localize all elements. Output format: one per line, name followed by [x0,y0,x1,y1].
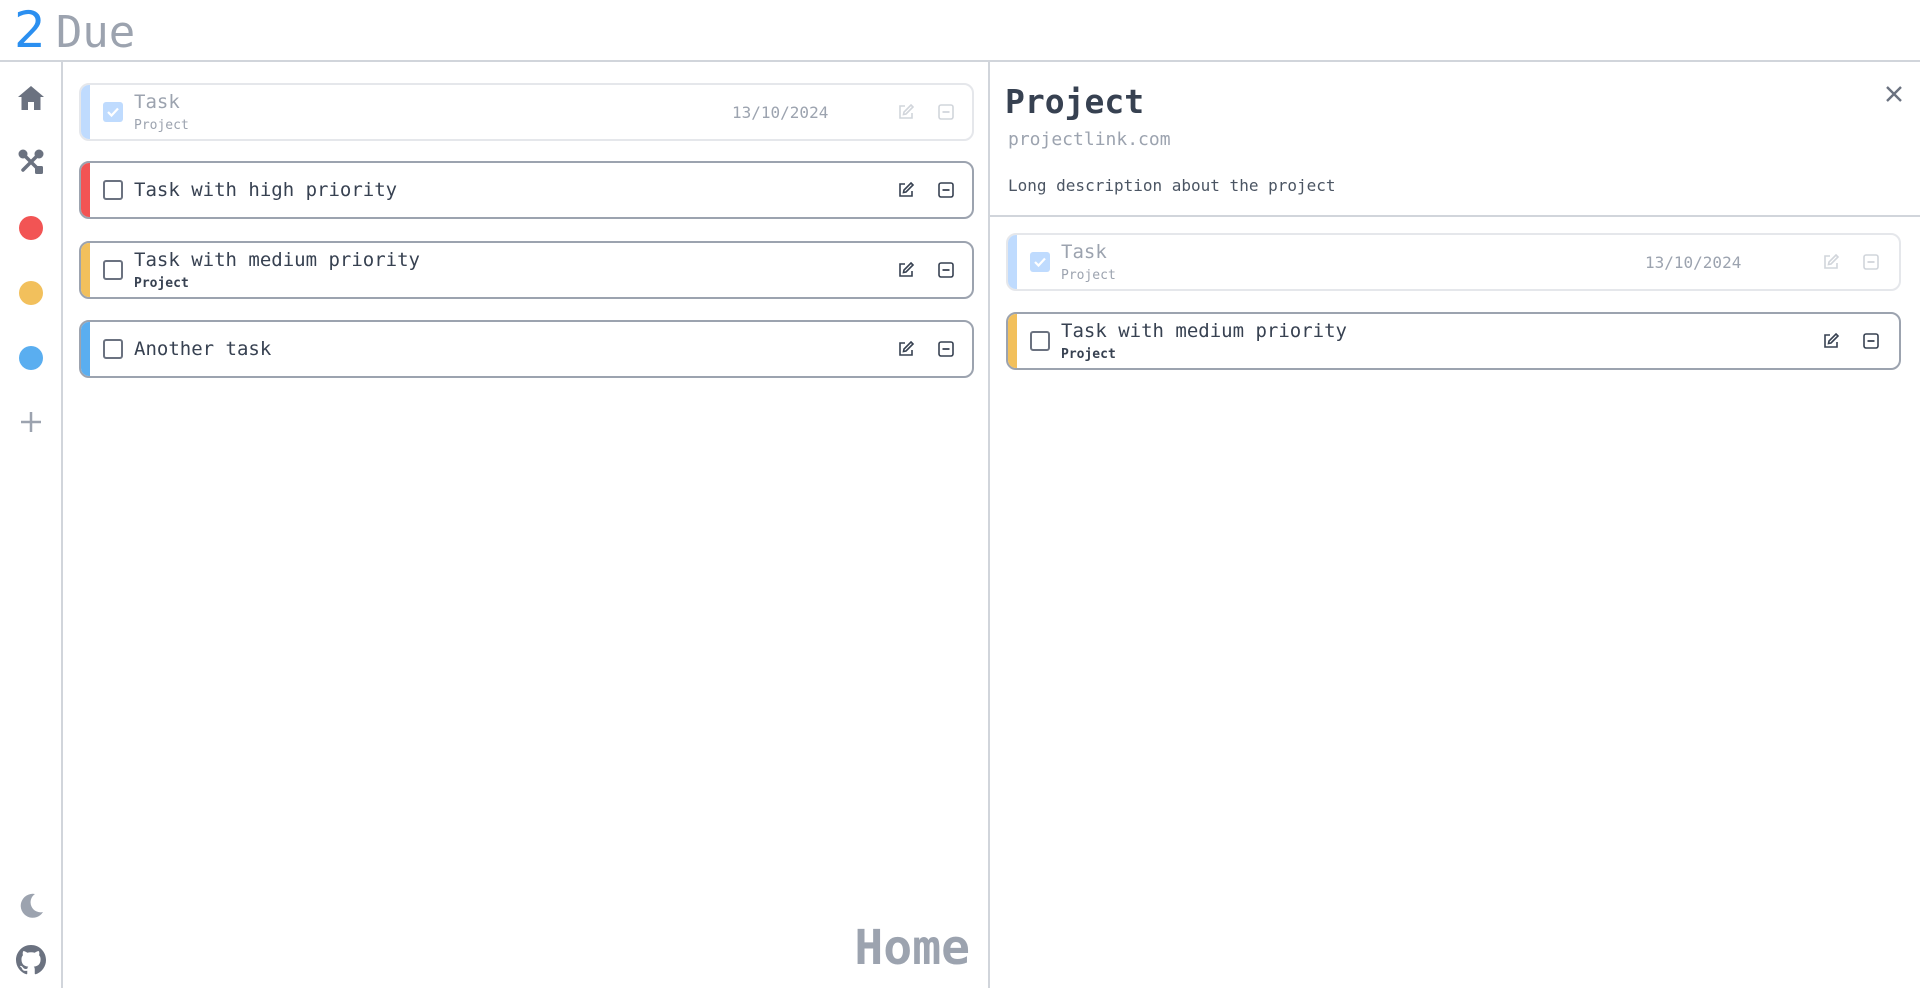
page-title: Home [854,920,970,976]
task-item[interactable]: Task with medium priority Project [79,241,974,299]
edit-icon [1824,332,1840,348]
task-title: Task with high priority [134,179,398,201]
edit-icon [899,340,915,356]
minus-square-icon [1863,254,1879,270]
close-icon [1886,86,1902,102]
moon-icon [20,893,43,918]
sidebar [0,62,63,988]
task-checkbox[interactable] [103,260,123,280]
edit-button[interactable] [896,180,916,200]
tools-icon [18,149,44,174]
github-icon [16,945,46,975]
check-icon [1034,257,1046,268]
priority-dot [19,346,43,370]
task-title: Another task [134,338,272,360]
sidebar-item-home[interactable] [11,78,51,118]
task-project: Project [134,118,189,133]
task-title: Task [134,91,180,113]
edit-icon [899,261,915,277]
task-checkbox[interactable] [1030,331,1050,351]
edit-button[interactable] [896,339,916,359]
edit-button[interactable] [896,102,916,122]
task-date: 13/10/2024 [1645,253,1742,272]
task-date: 13/10/2024 [732,103,829,122]
task-checkbox[interactable] [1030,252,1050,272]
priority-bar [1008,314,1017,368]
remove-button[interactable] [1861,252,1881,272]
app-logo[interactable]: 2 Due [14,5,135,55]
sidebar-item-medium-priority[interactable] [11,273,51,313]
task-item[interactable]: Task with medium priority Project [1006,312,1901,370]
priority-dot [19,216,43,240]
edit-icon [1824,253,1840,269]
close-panel-button[interactable] [1882,82,1906,106]
remove-button[interactable] [936,260,956,280]
task-project: Project [1061,268,1116,283]
sidebar-item-tools[interactable] [11,142,51,182]
task-project: Project [1061,347,1116,362]
minus-square-icon [938,104,954,120]
remove-button[interactable] [936,339,956,359]
theme-toggle-button[interactable] [11,886,51,926]
task-checkbox[interactable] [103,180,123,200]
task-checkbox[interactable] [103,339,123,359]
minus-square-icon [938,182,954,198]
project-header: Project projectlink.com Long description… [990,62,1920,217]
task-checkbox[interactable] [103,102,123,122]
home-icon [18,86,44,110]
app-header: 2 Due [0,0,1920,62]
sidebar-item-high-priority[interactable] [11,208,51,248]
project-link[interactable]: projectlink.com [1008,129,1171,150]
project-title: Project [1005,82,1145,121]
task-item[interactable]: Task with high priority [79,161,974,219]
plus-icon [21,412,41,432]
logo-text: Due [55,7,136,58]
minus-square-icon [938,341,954,357]
edit-button[interactable] [896,260,916,280]
task-list-view: Task Project 13/10/2024 Task with high p… [63,62,990,988]
project-panel: Project projectlink.com Long description… [990,62,1920,988]
task-item[interactable]: Task Project 13/10/2024 [1006,233,1901,291]
task-item[interactable]: Another task [79,320,974,378]
sidebar-add-button[interactable] [11,402,51,442]
project-description: Long description about the project [1008,176,1336,195]
priority-dot [19,281,43,305]
priority-bar [81,243,90,297]
priority-bar [81,85,90,139]
task-title: Task [1061,241,1107,263]
priority-bar [81,322,90,376]
minus-square-icon [1863,333,1879,349]
logo-number: 2 [14,1,46,59]
task-item[interactable]: Task Project 13/10/2024 [79,83,974,141]
edit-icon [899,103,915,119]
edit-button[interactable] [1821,331,1841,351]
priority-bar [81,163,90,217]
edit-button[interactable] [1821,252,1841,272]
priority-bar [1008,235,1017,289]
sidebar-item-low-priority[interactable] [11,338,51,378]
task-title: Task with medium priority [1061,320,1347,342]
github-link[interactable] [11,940,51,980]
edit-icon [899,181,915,197]
remove-button[interactable] [1861,331,1881,351]
remove-button[interactable] [936,180,956,200]
check-icon [107,107,119,118]
remove-button[interactable] [936,102,956,122]
task-project: Project [134,276,189,291]
minus-square-icon [938,262,954,278]
task-title: Task with medium priority [134,249,420,271]
